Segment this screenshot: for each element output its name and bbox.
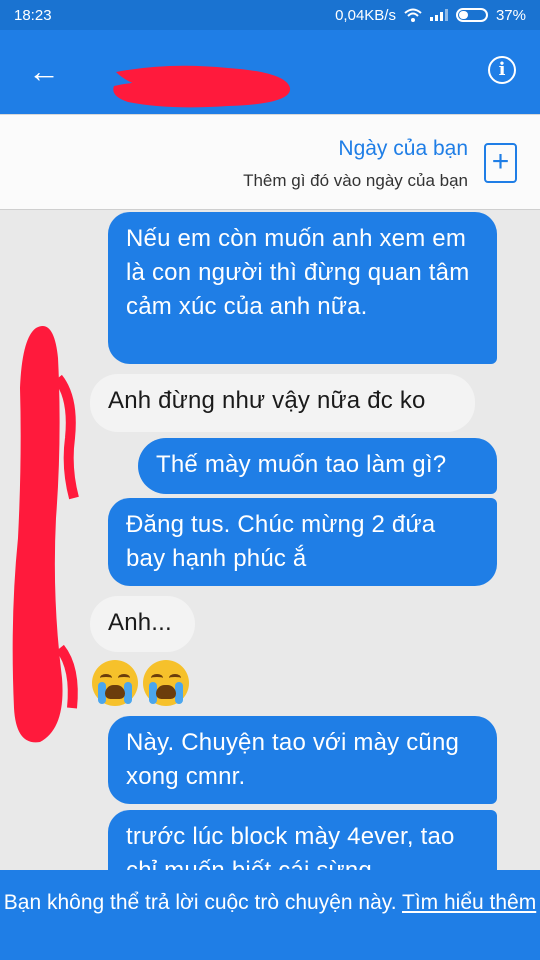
- arrow-left-icon[interactable]: ←: [26, 54, 62, 90]
- day-card-title: Ngày của bạn: [338, 137, 468, 160]
- message-text: Thế mày muốn tao làm gì?: [156, 451, 447, 478]
- message-incoming[interactable]: Anh...: [90, 596, 195, 652]
- signal-icon: [429, 9, 448, 21]
- message-incoming[interactable]: Anh đừng như vậy nữa đc ko: [90, 374, 475, 432]
- status-time: 18:23: [14, 6, 52, 24]
- message-text: Đăng tus. Chúc mừng 2 đứa bay hạnh phúc …: [126, 511, 436, 572]
- day-card-subtitle: Thêm gì đó vào ngày của bạn: [243, 171, 468, 190]
- message-text: Anh đừng như vậy nữa đc ko: [108, 387, 426, 414]
- message-outgoing[interactable]: Thế mày muốn tao làm gì?: [138, 438, 497, 494]
- status-indicators: 0,04KB/s 37%: [335, 7, 526, 24]
- info-icon[interactable]: i: [488, 56, 516, 84]
- your-day-card[interactable]: Ngày của bạn Thêm gì đó vào ngày của bạn…: [0, 114, 540, 210]
- redacted-contact-name: [113, 65, 291, 108]
- plus-square-icon[interactable]: +: [484, 143, 517, 183]
- network-speed: 0,04KB/s: [335, 6, 396, 24]
- crying-face-icon: [92, 660, 138, 706]
- message-text: Này. Chuyện tao với mày cũng xong cmnr.: [126, 729, 460, 790]
- reply-disabled-banner: Bạn không thể trả lời cuộc trò chuyện nà…: [0, 870, 540, 960]
- battery-percent: 37%: [495, 6, 526, 24]
- learn-more-link[interactable]: Tìm hiểu thêm: [402, 891, 536, 914]
- message-text: Nếu em còn muốn anh xem em là con người …: [126, 225, 470, 320]
- message-outgoing[interactable]: Này. Chuyện tao với mày cũng xong cmnr.: [108, 716, 497, 804]
- app-bar: ← i: [0, 30, 540, 114]
- battery-icon: [455, 8, 488, 22]
- reply-disabled-notice: Bạn không thể trả lời cuộc trò chuyện nà…: [3, 891, 397, 914]
- crying-face-icon: [143, 660, 189, 706]
- status-bar: 18:23 0,04KB/s 37%: [0, 0, 540, 30]
- message-text: Anh...: [108, 609, 172, 636]
- redaction-scribble: [12, 326, 79, 743]
- wifi-icon: [404, 8, 422, 22]
- message-outgoing[interactable]: Đăng tus. Chúc mừng 2 đứa bay hạnh phúc …: [108, 498, 497, 586]
- message-outgoing[interactable]: Nếu em còn muốn anh xem em là con người …: [108, 212, 497, 364]
